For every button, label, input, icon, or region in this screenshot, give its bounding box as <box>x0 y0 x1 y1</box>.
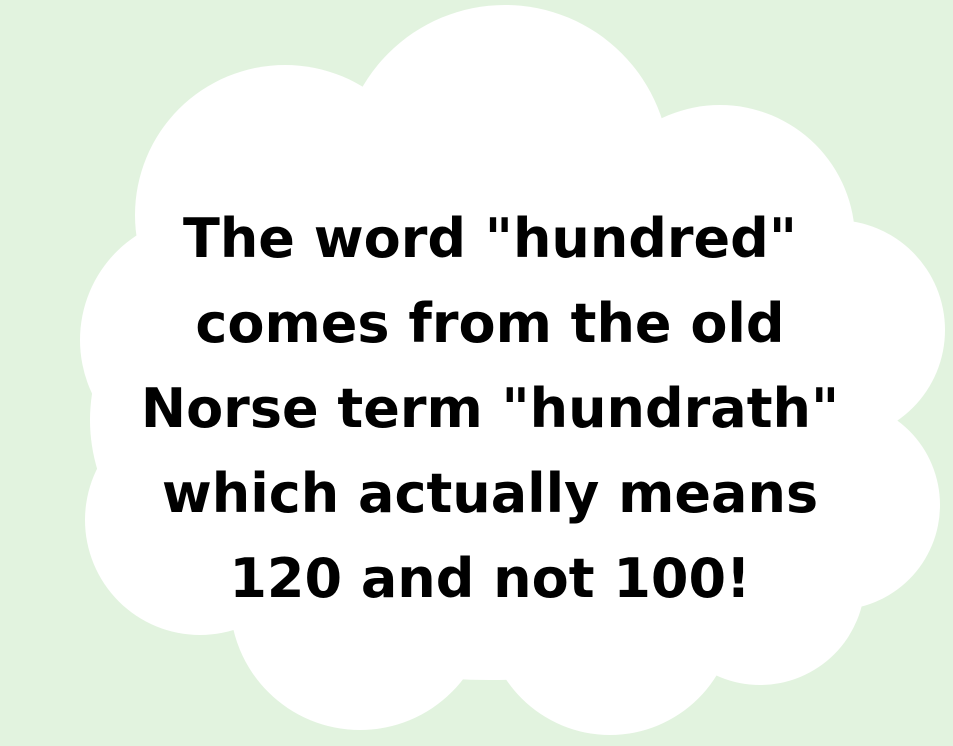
fact-line-1: The word "hundred" <box>183 207 797 270</box>
fact-line-3: Norse term "hundrath" <box>140 377 840 440</box>
fact-line-4: which actually means <box>161 462 819 525</box>
fact-card: The word "hundred" comes from the old No… <box>0 0 953 746</box>
fact-line-2: comes from the old <box>195 292 785 355</box>
fact-text: The word "hundred" comes from the old No… <box>100 196 880 621</box>
fact-line-5: 120 and not 100! <box>229 547 751 610</box>
